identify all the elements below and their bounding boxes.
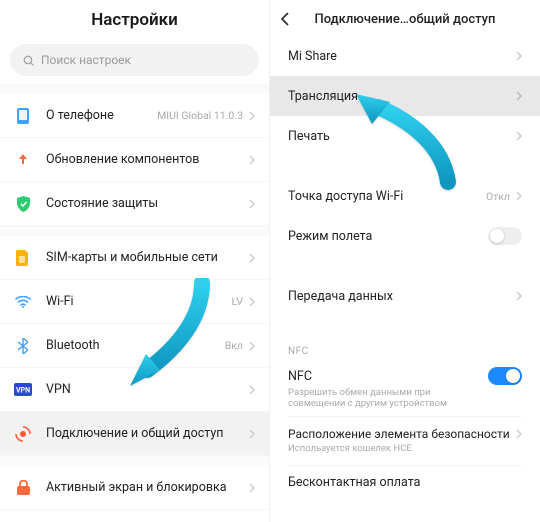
back-button[interactable] bbox=[280, 12, 298, 26]
row-label: Режим полета bbox=[288, 229, 488, 244]
chevron-right-icon bbox=[516, 91, 522, 101]
svg-text:VPN: VPN bbox=[16, 387, 30, 395]
row-label: NFC bbox=[288, 369, 488, 384]
update-icon bbox=[14, 151, 32, 169]
chevron-right-icon bbox=[249, 429, 255, 439]
chevron-right-icon bbox=[249, 111, 255, 121]
chevron-left-icon bbox=[280, 12, 289, 26]
bluetooth-icon bbox=[14, 337, 32, 355]
airplane-toggle[interactable] bbox=[488, 227, 522, 245]
row-about-phone[interactable]: О телефоне MIUI Global 11.0.3 bbox=[0, 94, 269, 138]
row-value: Откл bbox=[486, 190, 510, 203]
row-airplane-mode[interactable]: Режим полета bbox=[270, 216, 540, 256]
row-label: Точка доступа Wi-Fi bbox=[288, 189, 486, 204]
chevron-right-icon bbox=[249, 483, 255, 493]
chevron-right-icon bbox=[516, 291, 522, 301]
row-label: Подключение и общий доступ bbox=[46, 426, 249, 441]
row-label: SIM-карты и мобильные сети bbox=[46, 250, 249, 265]
row-label: Бесконтактная оплата bbox=[288, 475, 522, 490]
shield-icon bbox=[14, 195, 32, 213]
row-lock-screen[interactable]: Активный экран и блокировка bbox=[0, 466, 269, 510]
row-label: Wi-Fi bbox=[46, 294, 232, 309]
row-print[interactable]: Печать bbox=[270, 116, 540, 156]
row-value: MIUI Global 11.0.3 bbox=[157, 109, 243, 122]
row-hotspot[interactable]: Точка доступа Wi-Fi Откл bbox=[270, 176, 540, 216]
row-subtitle: Разрешить обмен данными при совмещении с… bbox=[288, 387, 478, 410]
settings-pane: Настройки Поиск настроек О телефоне MIUI… bbox=[0, 0, 270, 522]
nfc-toggle[interactable] bbox=[488, 367, 522, 385]
subpage-header: Подключение…общий доступ bbox=[270, 0, 540, 36]
row-display[interactable]: Экран bbox=[0, 510, 269, 522]
row-cast[interactable]: Трансляция bbox=[270, 76, 540, 116]
separator bbox=[270, 316, 540, 336]
row-label: Трансляция bbox=[288, 89, 516, 104]
row-label: Печать bbox=[288, 129, 516, 144]
row-connection-sharing[interactable]: Подключение и общий доступ bbox=[0, 412, 269, 456]
connection-sharing-pane: Подключение…общий доступ Mi Share Трансл… bbox=[270, 0, 540, 522]
row-label: О телефоне bbox=[46, 108, 157, 123]
row-value: LV bbox=[232, 295, 243, 308]
chevron-right-icon bbox=[249, 385, 255, 395]
sim-icon bbox=[14, 249, 32, 267]
subpage-title: Подключение…общий доступ bbox=[298, 12, 512, 27]
row-nfc[interactable]: NFC Разрешить обмен данными при совмещен… bbox=[270, 361, 540, 416]
page-title: Настройки bbox=[0, 0, 269, 40]
chevron-right-icon bbox=[516, 191, 522, 201]
row-subtitle: Используется кошелек HCE bbox=[288, 443, 412, 454]
section-header-nfc: NFC bbox=[270, 336, 540, 361]
row-label: Обновление компонентов bbox=[46, 152, 249, 167]
row-wifi[interactable]: Wi-Fi LV bbox=[0, 280, 269, 324]
separator bbox=[0, 226, 269, 236]
vpn-icon: VPN bbox=[14, 381, 32, 399]
separator bbox=[0, 456, 269, 466]
row-bluetooth[interactable]: Bluetooth Вкл bbox=[0, 324, 269, 368]
row-components-update[interactable]: Обновление компонентов bbox=[0, 138, 269, 182]
row-label: Передача данных bbox=[288, 289, 516, 304]
row-contactless-payment[interactable]: Бесконтактная оплата bbox=[270, 466, 540, 500]
separator bbox=[270, 156, 540, 176]
row-data-transfer[interactable]: Передача данных bbox=[270, 276, 540, 316]
chevron-right-icon bbox=[249, 341, 255, 351]
wifi-icon bbox=[14, 293, 32, 311]
row-vpn[interactable]: VPN VPN bbox=[0, 368, 269, 412]
row-security-status[interactable]: Состояние защиты bbox=[0, 182, 269, 226]
row-sim-cards[interactable]: SIM-карты и мобильные сети bbox=[0, 236, 269, 280]
lock-icon bbox=[14, 479, 32, 497]
chevron-right-icon bbox=[249, 155, 255, 165]
row-label: Bluetooth bbox=[46, 338, 225, 353]
row-mi-share[interactable]: Mi Share bbox=[270, 36, 540, 76]
chevron-right-icon bbox=[516, 51, 522, 61]
row-value: Вкл bbox=[225, 339, 243, 352]
search-input[interactable]: Поиск настроек bbox=[10, 44, 259, 76]
search-icon bbox=[22, 54, 35, 67]
row-label: VPN bbox=[46, 382, 249, 397]
row-label: Состояние защиты bbox=[46, 196, 249, 211]
row-secure-element[interactable]: Расположение элемента безопасности Испол… bbox=[270, 417, 540, 465]
row-label: Активный экран и блокировка bbox=[46, 480, 249, 495]
chevron-right-icon bbox=[249, 297, 255, 307]
separator bbox=[270, 256, 540, 276]
chevron-right-icon bbox=[249, 199, 255, 209]
chevron-right-icon bbox=[516, 429, 522, 439]
search-placeholder: Поиск настроек bbox=[41, 53, 131, 67]
chevron-right-icon bbox=[249, 253, 255, 263]
share-icon bbox=[14, 425, 32, 443]
phone-icon bbox=[14, 107, 32, 125]
chevron-right-icon bbox=[516, 131, 522, 141]
row-label: Расположение элемента безопасности bbox=[288, 427, 516, 441]
separator bbox=[0, 84, 269, 94]
row-label: Mi Share bbox=[288, 49, 516, 64]
